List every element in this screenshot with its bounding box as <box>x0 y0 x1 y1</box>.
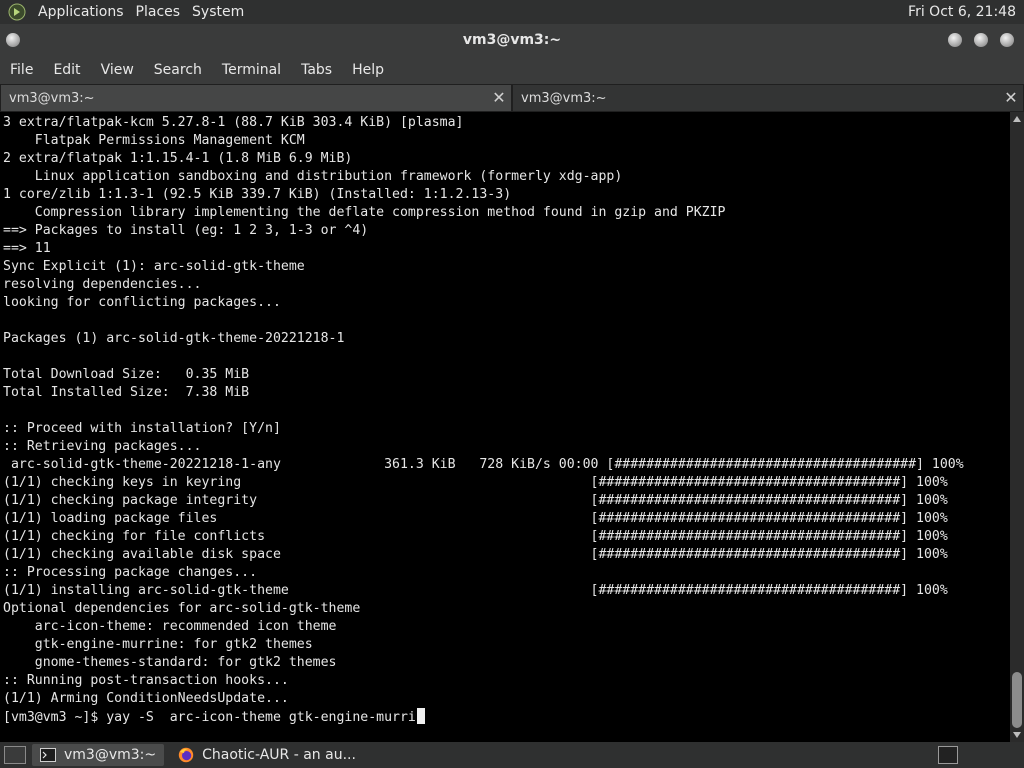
menu-terminal[interactable]: Terminal <box>212 56 291 84</box>
maximize-button[interactable] <box>974 33 988 47</box>
terminal-line: looking for conflicting packages... <box>3 295 281 310</box>
terminal-line: 3 extra/flatpak-kcm 5.27.8-1 (88.7 KiB 3… <box>3 115 464 130</box>
close-button[interactable] <box>1000 33 1014 47</box>
menu-tabs[interactable]: Tabs <box>291 56 342 84</box>
window-menu-button[interactable] <box>6 33 20 47</box>
firefox-icon <box>178 747 194 763</box>
terminal-line: arc-icon-theme: recommended icon theme <box>3 619 337 634</box>
taskbar-item-label: Chaotic-AUR - an au... <box>202 747 356 763</box>
tab-close-icon[interactable]: ✕ <box>1003 89 1019 107</box>
applications-menu-icon[interactable] <box>8 3 26 21</box>
terminal-line: Linux application sandboxing and distrib… <box>3 169 623 184</box>
menu-search[interactable]: Search <box>144 56 212 84</box>
terminal-line: ==> 11 <box>3 241 51 256</box>
terminal-output[interactable]: 3 extra/flatpak-kcm 5.27.8-1 (88.7 KiB 3… <box>0 112 1010 742</box>
menu-view[interactable]: View <box>91 56 144 84</box>
terminal-line: Sync Explicit (1): arc-solid-gtk-theme <box>3 259 305 274</box>
scroll-down-arrow-icon[interactable] <box>1013 732 1021 738</box>
terminal-line: gnome-themes-standard: for gtk2 themes <box>3 655 337 670</box>
tab-2[interactable]: vm3@vm3:~ ✕ <box>512 84 1024 112</box>
terminal-line: resolving dependencies... <box>3 277 202 292</box>
taskbar-item-label: vm3@vm3:~ <box>64 747 157 763</box>
tab-bar: vm3@vm3:~ ✕ vm3@vm3:~ ✕ <box>0 84 1024 112</box>
window-titlebar[interactable]: vm3@vm3:~ <box>0 24 1024 56</box>
terminal-line: Optional dependencies for arc-solid-gtk-… <box>3 601 361 616</box>
terminal-line: (1/1) checking available disk space [###… <box>3 547 948 562</box>
tab-close-icon[interactable]: ✕ <box>491 89 507 107</box>
terminal-line: :: Proceed with installation? [Y/n] <box>3 421 281 436</box>
terminal-line: Packages (1) arc-solid-gtk-theme-2022121… <box>3 331 345 346</box>
top-panel: Applications Places System Fri Oct 6, 21… <box>0 0 1024 24</box>
terminal-line: (1/1) checking for file conflicts [#####… <box>3 529 948 544</box>
terminal-line: gtk-engine-murrine: for gtk2 themes <box>3 637 313 652</box>
terminal-line: :: Retrieving packages... <box>3 439 202 454</box>
terminal-prompt-line[interactable]: [vm3@vm3 ~]$ yay -S arc-icon-theme gtk-e… <box>3 708 1010 726</box>
terminal-line: (1/1) installing arc-solid-gtk-theme [##… <box>3 583 948 598</box>
terminal-line: (1/1) Arming ConditionNeedsUpdate... <box>3 691 289 706</box>
terminal-line: Compression library implementing the def… <box>3 205 726 220</box>
tab-1[interactable]: vm3@vm3:~ ✕ <box>0 84 512 112</box>
tab-label: vm3@vm3:~ <box>521 90 607 106</box>
terminal-line: (1/1) loading package files [###########… <box>3 511 948 526</box>
terminal-scrollbar[interactable] <box>1010 112 1024 742</box>
terminal-line: arc-solid-gtk-theme-20221218-1-any 361.3… <box>3 457 964 472</box>
places-menu[interactable]: Places <box>130 0 187 24</box>
terminal-line: (1/1) checking package integrity [######… <box>3 493 948 508</box>
terminal-line: Total Installed Size: 7.38 MiB <box>3 385 250 400</box>
menubar: File Edit View Search Terminal Tabs Help <box>0 56 1024 84</box>
terminal-icon <box>40 748 56 762</box>
terminal-line: ==> Packages to install (eg: 1 2 3, 1-3 … <box>3 223 369 238</box>
terminal-line: :: Running post-transaction hooks... <box>3 673 289 688</box>
show-desktop-icon[interactable] <box>4 746 26 764</box>
terminal-line: 1 core/zlib 1:1.3-1 (92.5 KiB 339.7 KiB)… <box>3 187 512 202</box>
minimize-button[interactable] <box>948 33 962 47</box>
scroll-up-arrow-icon[interactable] <box>1013 116 1021 122</box>
taskbar-item-firefox[interactable]: Chaotic-AUR - an au... <box>170 744 364 766</box>
terminal-line: Total Download Size: 0.35 MiB <box>3 367 250 382</box>
window-controls <box>948 33 1014 47</box>
text-cursor <box>416 708 425 724</box>
window-title: vm3@vm3:~ <box>462 32 562 48</box>
applications-menu[interactable]: Applications <box>32 0 130 24</box>
workspace-switcher-icon[interactable] <box>938 746 958 764</box>
menu-edit[interactable]: Edit <box>43 56 90 84</box>
tab-label: vm3@vm3:~ <box>9 90 95 106</box>
terminal-line: :: Processing package changes... <box>3 565 258 580</box>
system-menu[interactable]: System <box>186 0 250 24</box>
taskbar-item-terminal[interactable]: vm3@vm3:~ <box>32 744 165 766</box>
scroll-thumb[interactable] <box>1012 672 1022 728</box>
terminal-line: (1/1) checking keys in keyring [########… <box>3 475 948 490</box>
menu-file[interactable]: File <box>0 56 43 84</box>
menu-help[interactable]: Help <box>342 56 394 84</box>
terminal-line: Flatpak Permissions Management KCM <box>3 133 305 148</box>
clock[interactable]: Fri Oct 6, 21:48 <box>908 4 1024 20</box>
terminal-line: 2 extra/flatpak 1:1.15.4-1 (1.8 MiB 6.9 … <box>3 151 353 166</box>
bottom-taskbar: vm3@vm3:~ Chaotic-AUR - an au... <box>0 742 1024 768</box>
prompt-text: [vm3@vm3 ~]$ yay -S arc-icon-theme gtk-e… <box>3 710 416 725</box>
